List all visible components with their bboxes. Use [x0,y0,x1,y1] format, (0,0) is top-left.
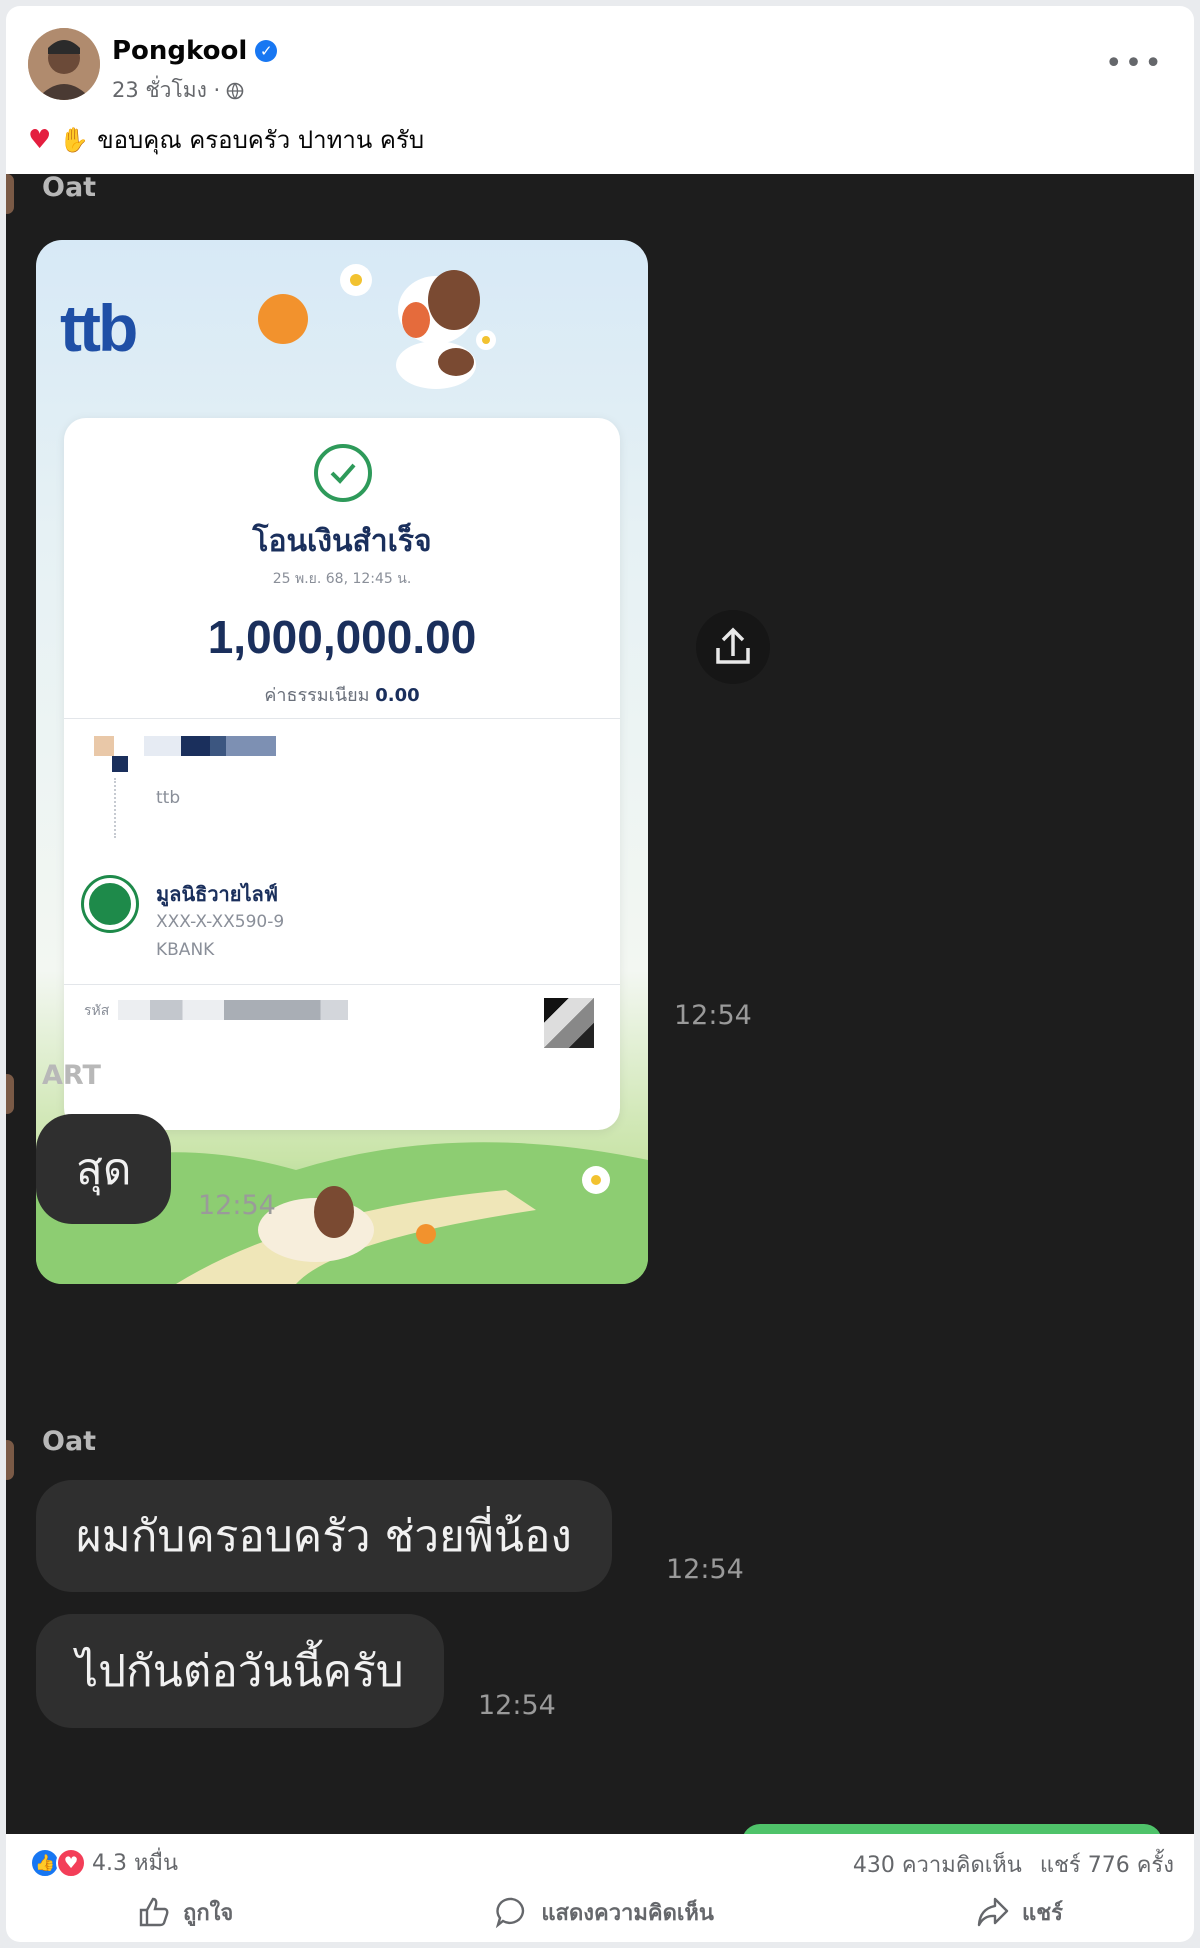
success-check-icon [314,444,372,502]
avatar-edge [6,1074,14,1114]
upload-share-icon [716,627,750,664]
more-options-icon[interactable]: ••• [1105,46,1164,81]
receiver-account: XXX-X-XX590-9 [156,912,285,932]
receipt-panel: โอนเงินสำเร็จ 25 พ.ย. 68, 12:45 น. 1,000… [64,418,620,1130]
transfer-arrow [114,778,116,838]
post-caption: ♥ ✋ ขอบคุณ ครอบครัว ปาทาน ครับ [28,120,424,159]
blurred-sender-name [144,736,276,756]
globe-icon [226,82,244,99]
post-timestamp[interactable]: 23 ชั่วโมง · [112,74,220,107]
author-name-text[interactable]: Pongkool [112,36,247,66]
comment-label: แสดงความคิดเห็น [541,1900,714,1926]
like-label: ถูกใจ [183,1900,234,1926]
reference-label: รหัส [84,1003,110,1019]
share-arrow-icon [977,1897,1009,1927]
comment-button[interactable]: แสดงความคิดเห็น [495,1895,714,1930]
divider [64,718,620,719]
post-card: Pongkool ✓ 23 ชั่วโมง · ••• ♥ ✋ ขอบคุณ ค… [6,6,1194,1942]
divider [64,984,620,985]
comment-count[interactable]: 430 ความคิดเห็น [853,1847,1022,1882]
receiver-bank: KBANK [156,940,215,960]
fee-value: 0.00 [375,685,420,706]
transfer-amount: 1,000,000.00 [207,611,477,663]
share-image-button[interactable] [696,610,770,684]
transfer-date: 25 พ.ย. 68, 12:45 น. [272,571,412,587]
reactions-summary[interactable]: 👍 ♥ 4.3 หมื่น [30,1845,178,1880]
message-bubble[interactable]: สุด [36,1114,172,1224]
message-time: 12:54 [198,1190,276,1221]
reactions-count[interactable]: 4.3 หมื่น [92,1845,178,1880]
post-meta: 23 ชั่วโมง · [112,74,244,107]
blurred-qr [544,998,594,1048]
love-reaction-icon: ♥ [56,1847,86,1878]
kbank-logo-icon [84,878,136,930]
share-count[interactable]: แชร์ 776 ครั้ง [1040,1847,1174,1882]
share-label: แชร์ [1022,1900,1063,1926]
blurred-avatar [94,736,114,756]
tennis-ball-icon [258,294,308,344]
heart-emoji-icon: ♥ [28,124,52,155]
message-bubble[interactable]: ผมกับครอบครัว ช่วยพี่น้อง [36,1480,612,1592]
from-bank: ttb [156,788,181,808]
blurred-reference [118,1000,348,1020]
transfer-fee: ค่าธรรมเนียม 0.00 [64,680,620,709]
message-time: 12:54 [478,1690,556,1721]
avatar-edge [6,174,14,214]
sender-name: ART [42,1060,101,1091]
transfer-status: โอนเงินสำเร็จ [252,524,432,559]
author-name[interactable]: Pongkool ✓ [112,36,278,66]
like-button[interactable]: ถูกใจ [137,1895,233,1930]
counts: 430 ความคิดเห็น แชร์ 776 ครั้ง [853,1847,1174,1882]
message-bubble[interactable]: ไปกันต่อวันนี้ครับ [36,1614,444,1728]
comment-bubble-icon [496,1897,525,1929]
message-time: 12:54 [674,1000,752,1031]
message-time: 12:54 [666,1554,744,1585]
share-button[interactable]: แชร์ [976,1895,1063,1930]
fee-label: ค่าธรรมเนียม [264,685,370,706]
avatar[interactable] [28,28,100,100]
blurred-avatar [112,756,128,772]
caption-text: ขอบคุณ ครอบครัว ปาทาน ครับ [97,126,425,154]
sender-name: Oat [42,1426,97,1457]
avatar-edge [6,1440,14,1480]
verified-badge-icon: ✓ [255,40,278,62]
action-bar: ถูกใจ แสดงความคิดเห็น แชร์ [6,1882,1194,1942]
ttb-logo: ttb [60,291,138,365]
engagement-bar: 👍 ♥ 4.3 หมื่น 430 ความคิดเห็น แชร์ 776 ค… [6,1834,1194,1882]
pray-emoji-icon: ✋ [59,125,90,154]
receiver-name: มูลนิธิวายไลฟ์ [156,882,278,906]
post-header: Pongkool ✓ 23 ชั่วโมง · ••• ♥ ✋ ขอบคุณ ค… [6,6,1194,174]
outgoing-bubble-edge [742,1824,1162,1834]
dog-illustration-icon [340,264,496,389]
chat-screenshot[interactable]: Oat ttb โอนเงินสำเร็จ 25 พ.ย. 68, 12:45 … [6,174,1194,1834]
sender-name: Oat [42,174,97,203]
thumbs-up-icon [139,1897,169,1927]
